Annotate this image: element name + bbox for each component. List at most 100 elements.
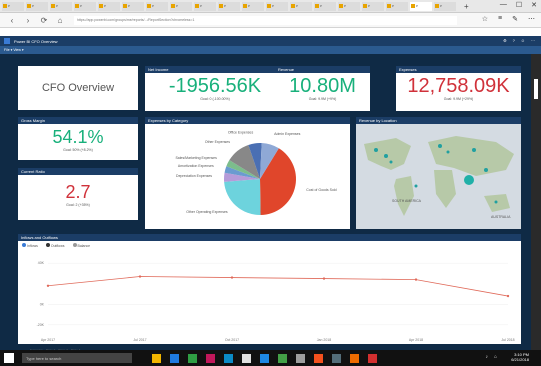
map-point[interactable] [389,160,393,164]
x-tick-label: Jul 2017 [133,338,146,342]
scrollbar-thumb[interactable] [534,79,538,99]
browser-tab[interactable]: P [2,1,24,11]
browser-tab[interactable]: P [338,1,360,11]
pie-label: Sales/Marketing Expenses [175,156,217,160]
browser-tab[interactable]: P [74,1,96,11]
url-field[interactable]: https://app.powerbi.com/groups/me/report… [74,15,457,25]
map-point[interactable] [414,184,418,188]
map-point[interactable] [438,144,442,148]
net-income-card[interactable]: Net Income -1956.56K Goal: 0 (-100.00%) [145,66,285,111]
browser-tab[interactable]: P [218,1,240,11]
taskbar-app-icon[interactable] [350,353,359,363]
browser-tab[interactable]: P [362,1,384,11]
volume-icon[interactable]: ♪ [485,354,488,360]
legend-inflows[interactable]: Inflows [22,243,38,248]
browser-tab[interactable]: P [26,1,48,11]
tab-label: P [440,4,443,8]
browser-tab[interactable]: P [242,1,264,11]
browser-tab[interactable]: P [170,1,192,11]
feedback-icon[interactable]: ☺ [521,38,525,43]
taskbar-app-icon[interactable] [188,353,197,363]
current-ratio-card[interactable]: Current Ratio 2.7 Goal: 2 (+35%) [18,168,138,220]
browser-tab[interactable]: P [122,1,144,11]
legend-outflows[interactable]: Outflows [45,243,65,248]
map-point[interactable] [446,150,450,154]
map-point-large[interactable] [464,175,474,185]
chart-legend: Inflows Outflows Balance [18,241,521,250]
help-icon[interactable]: ? [513,38,515,43]
inflows-outflows-card[interactable]: Inflows and Outflows Inflows Outflows Ba… [18,234,521,344]
browser-tab[interactable]: P [98,1,120,11]
revenue-card[interactable]: Revenue 10.80M Goal: 9.9M (+9%) [275,66,370,111]
taskbar-app-icon[interactable] [296,353,305,363]
notes-icon[interactable]: ✎ [512,15,518,23]
legend-balance[interactable]: Balance [72,243,90,248]
taskbar-app-icon[interactable] [224,353,233,363]
tab-favicon [435,4,439,8]
clock[interactable]: 3:10 PM 6/21/2018 [511,352,529,362]
taskbar-app-icon[interactable] [260,353,269,363]
tab-favicon [267,4,271,8]
balance-line[interactable] [47,276,509,297]
more-icon[interactable]: ⋯ [531,38,535,43]
map-point[interactable] [472,148,476,152]
scrollbar[interactable] [531,54,541,350]
browser-tab[interactable]: P [266,1,288,11]
taskbar-app-icon[interactable] [332,353,341,363]
map-point[interactable] [484,168,488,172]
browser-tab[interactable]: P [410,1,432,11]
browser-tab[interactable]: P [146,1,168,11]
map-point[interactable] [374,148,378,152]
windows-start-icon[interactable] [4,353,14,363]
taskbar-app-icon[interactable] [278,353,287,363]
back-icon[interactable]: ‹ [8,16,16,25]
map-point[interactable] [384,154,388,158]
expenses-card[interactable]: Expenses 12,758.09K Goal: 9.9M (+29%) [396,66,521,111]
browser-tab[interactable]: P [314,1,336,11]
card-title: Expenses [396,66,521,73]
maximize-icon[interactable]: ☐ [516,1,522,9]
pie-slice[interactable] [224,179,261,215]
revenue-goal: Goal: 9.9M (+9%) [308,97,337,101]
taskbar-search[interactable]: Type here to search [22,353,132,363]
minimize-icon[interactable]: — [500,1,507,9]
browser-tab[interactable]: P [194,1,216,11]
new-tab-button[interactable]: + [464,2,469,11]
taskbar-app-icon[interactable] [152,353,161,363]
refresh-icon[interactable]: ⟳ [40,16,48,25]
expenses-by-category-card[interactable]: Expenses by Category Cost of Goods Sold O… [145,117,350,229]
balance-point[interactable] [46,284,50,287]
map-point[interactable] [494,200,498,204]
browser-tab[interactable]: P [434,1,456,11]
taskbar-app-icon[interactable] [170,353,179,363]
x-tick-label: Jul 2018 [501,338,514,342]
balance-point[interactable] [322,277,326,280]
app-launcher-icon[interactable] [4,38,10,44]
network-icon[interactable]: ⌂ [494,354,497,360]
revenue-value: 10.80M [289,75,356,97]
balance-point[interactable] [506,294,510,298]
file-menu[interactable]: File ▾ View ▾ [4,48,24,52]
browser-tab[interactable]: P [50,1,72,11]
favorite-icon[interactable]: ☆ [482,15,488,23]
powerbi-header: Power BI CFO Overview ⚙ ? ☺ ⋯ [0,36,541,46]
balance-point[interactable] [414,278,418,281]
revenue-by-location-card[interactable]: Revenue by Location SOUTH AMERICA AUSTRA… [356,117,521,229]
hub-icon[interactable]: ≡ [498,15,502,23]
balance-point[interactable] [230,276,234,279]
browser-tab[interactable]: P [386,1,408,11]
settings-icon[interactable]: ⚙ [503,38,507,43]
current-ratio-goal: Goal: 2 (+35%) [66,203,90,207]
tab-label: P [104,4,107,8]
forward-icon[interactable]: › [24,16,32,25]
taskbar-app-icon[interactable] [242,353,251,363]
taskbar-app-icon[interactable] [368,353,377,363]
home-icon[interactable]: ⌂ [56,16,64,25]
gross-margin-card[interactable]: Gross Margin 54.1% Goal: 50% (+8.2%) [18,117,138,160]
close-icon[interactable]: ✕ [531,1,537,9]
browser-tab[interactable]: P [290,1,312,11]
balance-point[interactable] [138,275,142,278]
taskbar-app-icon[interactable] [314,353,323,363]
taskbar-app-icon[interactable] [206,353,215,363]
more-icon[interactable]: ⋯ [528,15,535,23]
